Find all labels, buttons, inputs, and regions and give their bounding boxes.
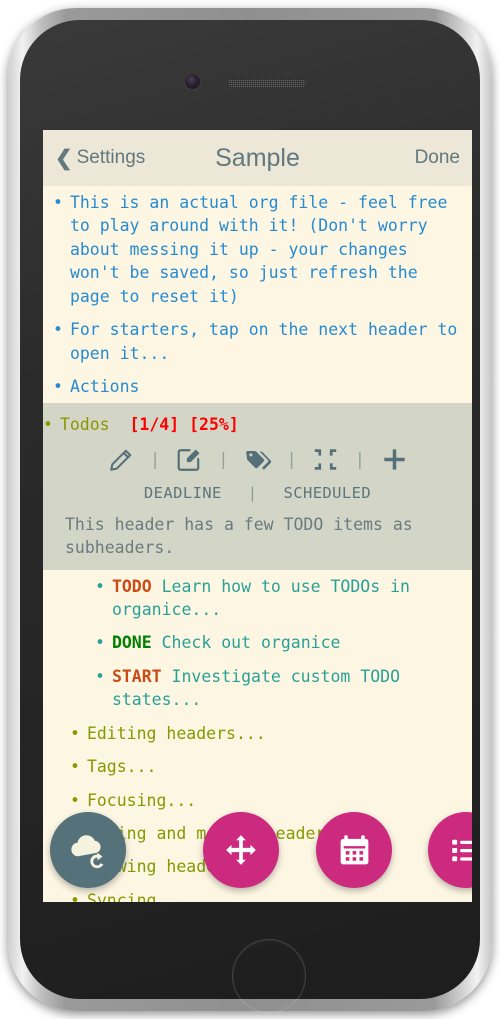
- outline-item-text: Focusing...: [86, 790, 197, 810]
- compress-icon[interactable]: [311, 445, 341, 475]
- calendar-icon: [340, 834, 368, 864]
- todo-item[interactable]: • DONE Check out organice: [43, 626, 472, 659]
- progress-percent-badge: [25%]: [189, 415, 239, 435]
- outline-item[interactable]: • Editing headers...: [43, 717, 472, 750]
- bullet-icon: •: [70, 757, 80, 777]
- scheduled-button[interactable]: SCHEDULED: [284, 482, 372, 504]
- todo-keyword[interactable]: START: [112, 667, 162, 686]
- outline-item[interactable]: • Tags...: [43, 750, 472, 783]
- progress-count-badge: [1/4]: [129, 415, 180, 435]
- camera-icon: [185, 74, 200, 89]
- cloud-sync-fab[interactable]: [50, 812, 126, 888]
- list-icon: [451, 839, 472, 861]
- plus-icon[interactable]: [379, 445, 409, 475]
- schedule-fab[interactable]: [316, 812, 392, 888]
- list-item[interactable]: • This is an actual org file - feel free…: [43, 186, 472, 313]
- planning-row: DEADLINE | SCHEDULED: [43, 477, 472, 507]
- selected-header-block: • Todos [1/4] [25%] | | | | DEADLINE | S…: [43, 403, 472, 570]
- bullet-icon: •: [95, 666, 105, 686]
- bullet-icon: •: [70, 790, 80, 810]
- todo-keyword[interactable]: DONE: [112, 633, 152, 652]
- toolbar-separator: |: [218, 449, 229, 470]
- todo-item[interactable]: • START Investigate custom TODO states..…: [43, 660, 472, 717]
- todo-text: Check out organice: [161, 633, 341, 653]
- list-item-actions[interactable]: • Actions: [43, 370, 472, 403]
- bullet-icon: •: [53, 193, 63, 212]
- speaker-grille: [228, 79, 306, 87]
- app-screen: ❮ Settings Sample Done • This is an actu…: [43, 130, 472, 902]
- bullet-icon: •: [43, 415, 53, 435]
- bullet-icon: •: [70, 723, 80, 743]
- back-button-label: Settings: [76, 147, 146, 168]
- phone-frame: ❮ Settings Sample Done • This is an actu…: [8, 8, 492, 1013]
- outline-item[interactable]: • Syncing: [43, 884, 472, 902]
- tags-icon[interactable]: [243, 445, 273, 475]
- list-item-text: For starters, tap on the next header to …: [69, 320, 458, 363]
- cloud-sync-icon: [71, 835, 104, 869]
- header-action-toolbar: | | | |: [43, 439, 472, 477]
- list-item-text: Actions: [69, 376, 140, 396]
- todo-keyword[interactable]: TODO: [112, 577, 152, 596]
- edit-note-icon[interactable]: [174, 445, 204, 475]
- deadline-button[interactable]: DEADLINE: [144, 482, 222, 504]
- bullet-icon: •: [53, 376, 63, 396]
- planning-separator: |: [247, 483, 258, 502]
- todo-text: Learn how to use TODOs in organice...: [111, 576, 410, 620]
- bullet-icon: •: [70, 890, 80, 902]
- pencil-icon[interactable]: [106, 445, 136, 475]
- outline-item-text: Editing headers...: [86, 723, 266, 743]
- chevron-left-icon: ❮: [55, 146, 73, 170]
- header-title: Todos: [59, 415, 110, 435]
- toolbar-separator: |: [150, 449, 161, 470]
- toolbar-separator: |: [354, 449, 365, 470]
- navigation-bar: ❮ Settings Sample Done: [43, 130, 472, 186]
- move-fab[interactable]: [203, 812, 279, 888]
- outline-item-text: Tags...: [86, 757, 157, 777]
- bullet-icon: •: [95, 576, 105, 596]
- home-button[interactable]: [232, 939, 306, 1013]
- outline-item-text: Syncing: [86, 890, 157, 902]
- bullet-icon: •: [53, 320, 63, 340]
- toolbar-separator: |: [286, 449, 297, 470]
- bullet-icon: •: [95, 633, 105, 653]
- arrows-move-icon: [226, 835, 256, 865]
- list-item[interactable]: • For starters, tap on the next header t…: [43, 313, 472, 370]
- org-file-content: • This is an actual org file - feel free…: [43, 186, 472, 902]
- list-item-text: This is an actual org file - feel free t…: [69, 193, 448, 306]
- done-button[interactable]: Done: [415, 147, 460, 169]
- outline-item[interactable]: • Focusing...: [43, 784, 472, 817]
- header-description[interactable]: This header has a few TODO items as subh…: [43, 507, 472, 560]
- header-todos[interactable]: • Todos [1/4] [25%]: [43, 409, 472, 438]
- todo-item[interactable]: • TODO Learn how to use TODOs in organic…: [43, 570, 472, 627]
- back-to-settings-button[interactable]: ❮ Settings: [55, 147, 145, 169]
